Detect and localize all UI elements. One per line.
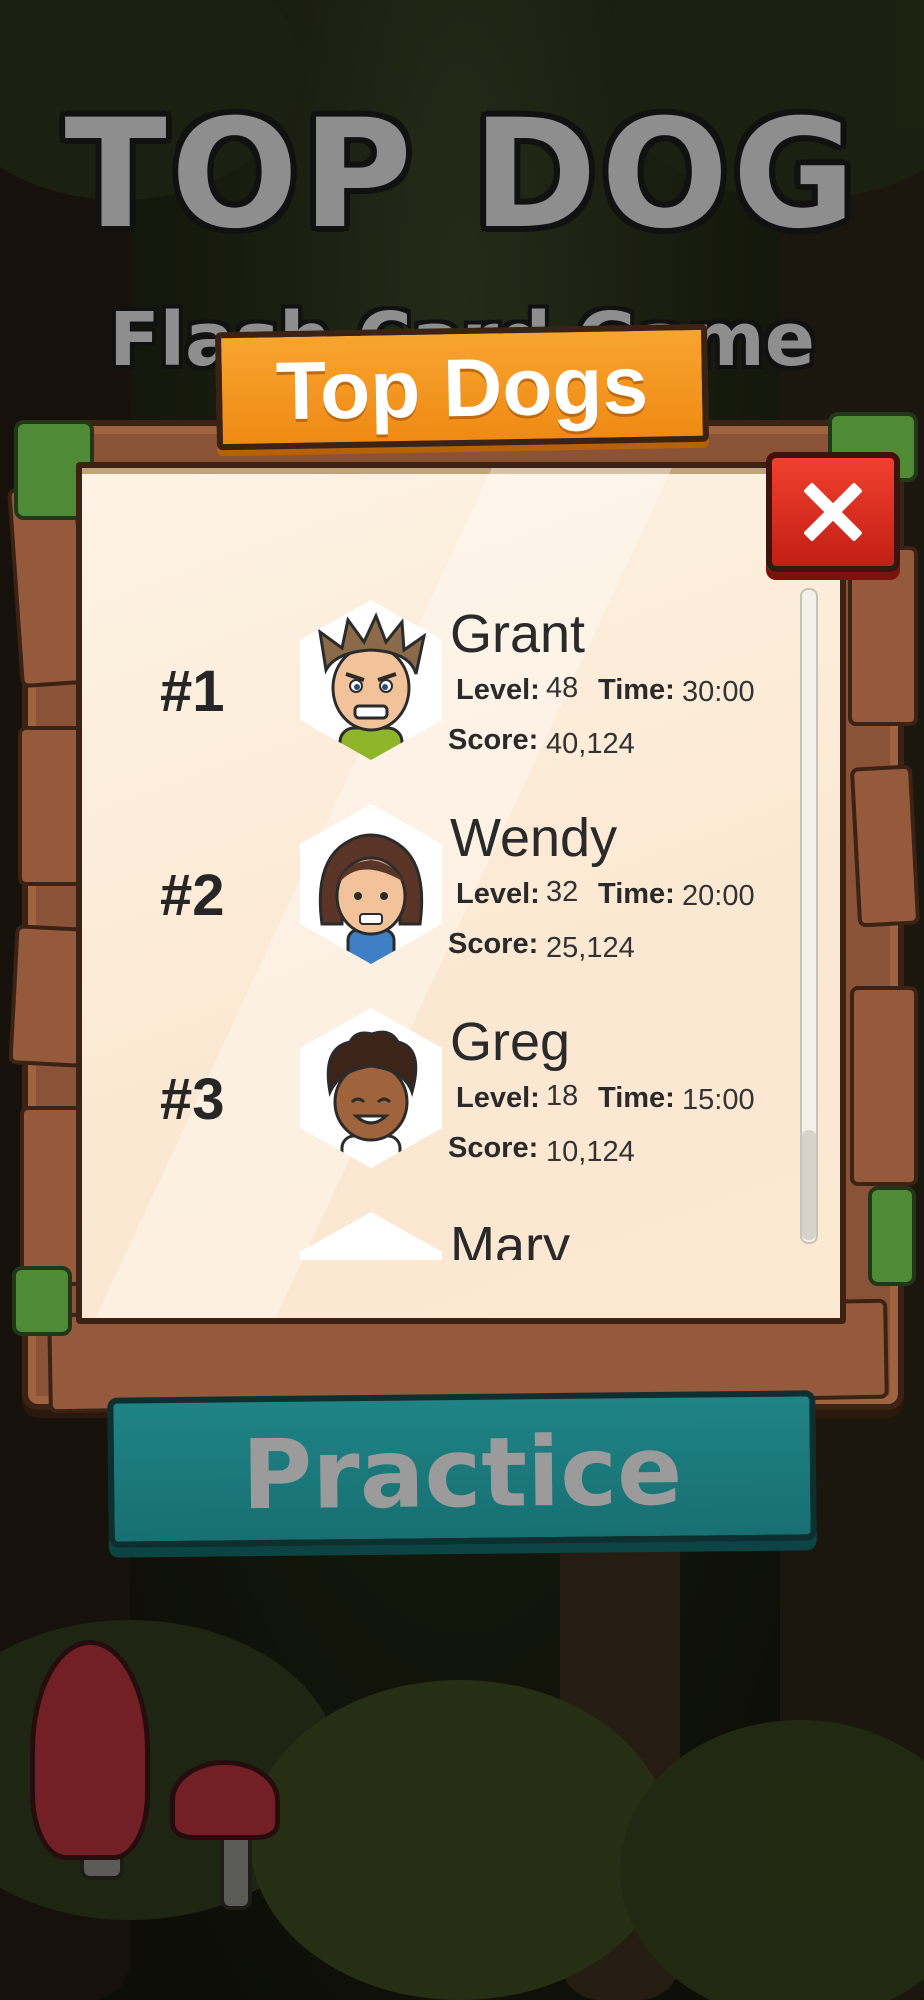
time-label: Time:	[598, 878, 675, 910]
level-value: 32	[546, 876, 579, 908]
time-label: Time:	[598, 1082, 675, 1114]
leaderboard-entry[interactable]: Mary	[82, 1212, 796, 1260]
close-button[interactable]	[766, 452, 900, 572]
score-value: 40,124	[546, 728, 635, 760]
leaderboard-entry[interactable]: #3 Greg Level: 18 Time: 15:00 Score: 10,…	[82, 1008, 796, 1198]
time-value: 20:00	[682, 880, 755, 912]
level-value: 48	[546, 672, 579, 704]
level-label: Level:	[456, 674, 540, 706]
boy-spiky-hair-avatar	[300, 600, 442, 760]
player-name: Grant	[450, 604, 586, 664]
game-title: TOP DOG	[64, 88, 860, 262]
rank-label: #1	[160, 659, 225, 724]
player-name: Mary	[450, 1216, 570, 1260]
time-value: 30:00	[682, 676, 755, 708]
leaderboard-entry[interactable]: #2 Wendy Level: 32 Time: 20:00 Score: 25…	[82, 804, 796, 994]
scrollbar-thumb[interactable]	[802, 1130, 816, 1240]
time-value: 15:00	[682, 1084, 755, 1116]
score-label: Score:	[448, 928, 539, 960]
rank-label: #3	[160, 1067, 225, 1132]
player-name: Wendy	[450, 808, 618, 868]
score-label: Score:	[448, 724, 539, 756]
score-label: Score:	[448, 1132, 539, 1164]
rank-label: #2	[160, 863, 225, 928]
leaderboard-list[interactable]: #1 Grant Level: 48 Time: 30:00 Score: 40…	[82, 600, 796, 1260]
player-name: Greg	[450, 1012, 571, 1072]
girl-brown-hair-avatar	[300, 804, 442, 964]
score-value: 25,124	[546, 932, 635, 964]
modal-banner: Top Dogs	[215, 323, 709, 451]
practice-button[interactable]: Practice	[107, 1390, 817, 1548]
leaderboard-entry[interactable]: #1 Grant Level: 48 Time: 30:00 Score: 40…	[82, 600, 796, 790]
time-label: Time:	[598, 674, 675, 706]
close-x-icon	[804, 483, 862, 541]
scrollbar[interactable]	[800, 588, 818, 1244]
practice-label: Practice	[241, 1414, 683, 1532]
partial-avatar	[300, 1212, 442, 1260]
level-label: Level:	[456, 878, 540, 910]
level-label: Level:	[456, 1082, 540, 1114]
level-value: 18	[546, 1080, 579, 1112]
modal-title: Top Dogs	[275, 339, 649, 438]
boy-curly-hair-avatar	[300, 1008, 442, 1168]
score-value: 10,124	[546, 1136, 635, 1168]
